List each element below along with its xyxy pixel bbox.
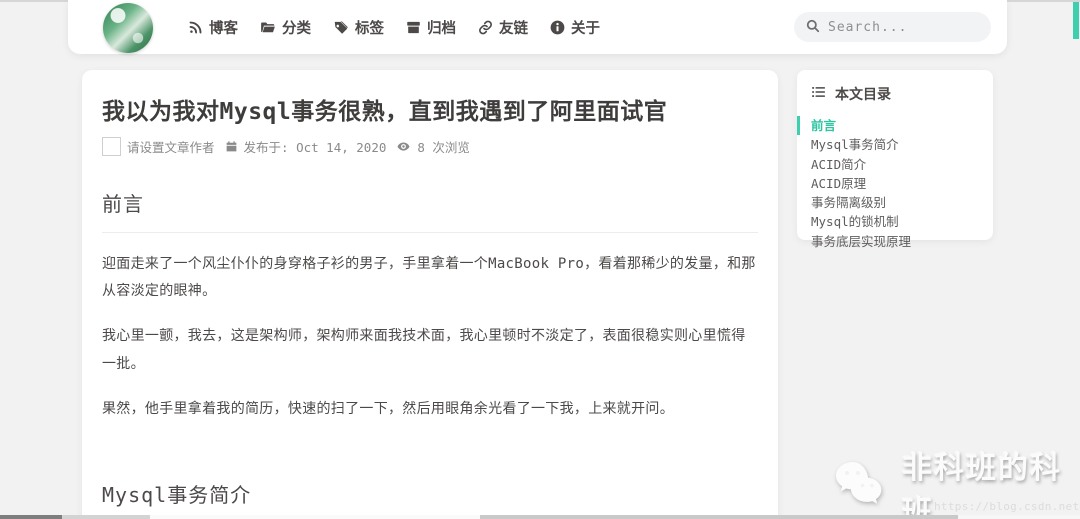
- toc-card: 本文目录 前言 Mysql事务简介 ACID简介 ACID原理 事务隔离级别 M…: [797, 70, 993, 249]
- list-icon: [811, 85, 826, 103]
- nav-item-label: 分类: [282, 20, 311, 37]
- wechat-icon: [832, 460, 894, 514]
- archive-icon: [406, 20, 421, 35]
- toc-list: 前言 Mysql事务简介 ACID简介 ACID原理 事务隔离级别 Mysql的…: [797, 116, 981, 251]
- folder-icon: [260, 20, 276, 35]
- toc-title: 本文目录: [835, 87, 891, 103]
- calendar-icon: [225, 140, 238, 153]
- search-icon: [806, 18, 820, 37]
- nav-item-label: 友链: [499, 20, 528, 37]
- search-box[interactable]: [794, 12, 991, 42]
- post-date-label: 发布于: Oct 14, 2020: [243, 139, 387, 155]
- toc-item-preface[interactable]: 前言: [797, 116, 981, 136]
- post-meta: 请设置文章作者 发布于: Oct 14, 2020 8 次浏览: [102, 136, 758, 156]
- section-heading-mysql-intro: Mysql事务简介: [102, 479, 758, 519]
- nav-item-friends[interactable]: 友链: [478, 17, 528, 38]
- broken-image-icon: [102, 136, 121, 156]
- info-icon: [550, 20, 565, 35]
- nav-item-label: 归档: [427, 20, 456, 37]
- post-date: 发布于: Oct 14, 2020: [225, 137, 387, 156]
- toc-item-lock-mechanism[interactable]: Mysql的锁机制: [797, 212, 981, 231]
- article-paragraph: 果然，他手里拿着我的简历，快速的扫了一下，然后用眼角余光看了一下我，上来就开问。: [102, 401, 674, 418]
- post-author-label: 请设置文章作者: [127, 139, 215, 155]
- post-views-label: 8 次浏览: [417, 139, 470, 155]
- nav-item-label: 标签: [355, 20, 384, 37]
- tag-icon: [333, 20, 349, 35]
- site-avatar[interactable]: [103, 3, 153, 53]
- post-author: 请设置文章作者: [102, 136, 215, 156]
- toc-item-underlying-principle[interactable]: 事务底层实现原理: [797, 232, 981, 251]
- nav-item-label: 博客: [209, 20, 238, 37]
- nav-menu: 博客 分类 标签 归档 友链 关于: [188, 17, 600, 38]
- nav-item-about[interactable]: 关于: [550, 17, 600, 38]
- eye-icon: [396, 140, 411, 153]
- bottom-window-edge: [0, 515, 1080, 519]
- nav-item-label: 关于: [571, 20, 600, 37]
- article-paragraph: 我心里一颤，我去，这是架构师，架构师来面我技术面，我心里顿时不淡定了，表面很稳实…: [102, 328, 746, 372]
- post-title: 我以为我对Mysql事务很熟，直到我遇到了阿里面试官: [102, 99, 668, 125]
- nav-item-blog[interactable]: 博客: [188, 17, 238, 38]
- csdn-url-watermark: https://blog.csdn.net/qq_43255017: [934, 500, 1080, 513]
- toc-header: 本文目录: [797, 84, 981, 104]
- article-card: 我以为我对Mysql事务很熟，直到我遇到了阿里面试官 请设置文章作者 发布于: …: [82, 70, 778, 519]
- post-views: 8 次浏览: [396, 137, 470, 156]
- rss-icon: [188, 20, 203, 35]
- section-heading-preface: 前言: [102, 188, 758, 233]
- top-navbar: 博客 分类 标签 归档 友链 关于 Search...: [68, 0, 1007, 54]
- toc-item-mysql-intro[interactable]: Mysql事务简介: [797, 135, 981, 154]
- nav-item-archives[interactable]: 归档: [406, 17, 456, 38]
- nav-item-tags[interactable]: 标签: [333, 17, 384, 38]
- toc-item-isolation-levels[interactable]: 事务隔离级别: [797, 193, 981, 212]
- article-paragraph: 迎面走来了一个风尘仆仆的身穿格子衫的男子，手里拿着一个MacBook Pro，看…: [102, 255, 756, 300]
- page-scrollbar-thumb[interactable]: [1073, 2, 1079, 39]
- toc-item-acid-principle[interactable]: ACID原理: [797, 174, 981, 193]
- search-input[interactable]: [828, 19, 968, 35]
- link-icon: [478, 20, 493, 35]
- nav-item-categories[interactable]: 分类: [260, 17, 311, 38]
- toc-item-acid-intro[interactable]: ACID简介: [797, 155, 981, 174]
